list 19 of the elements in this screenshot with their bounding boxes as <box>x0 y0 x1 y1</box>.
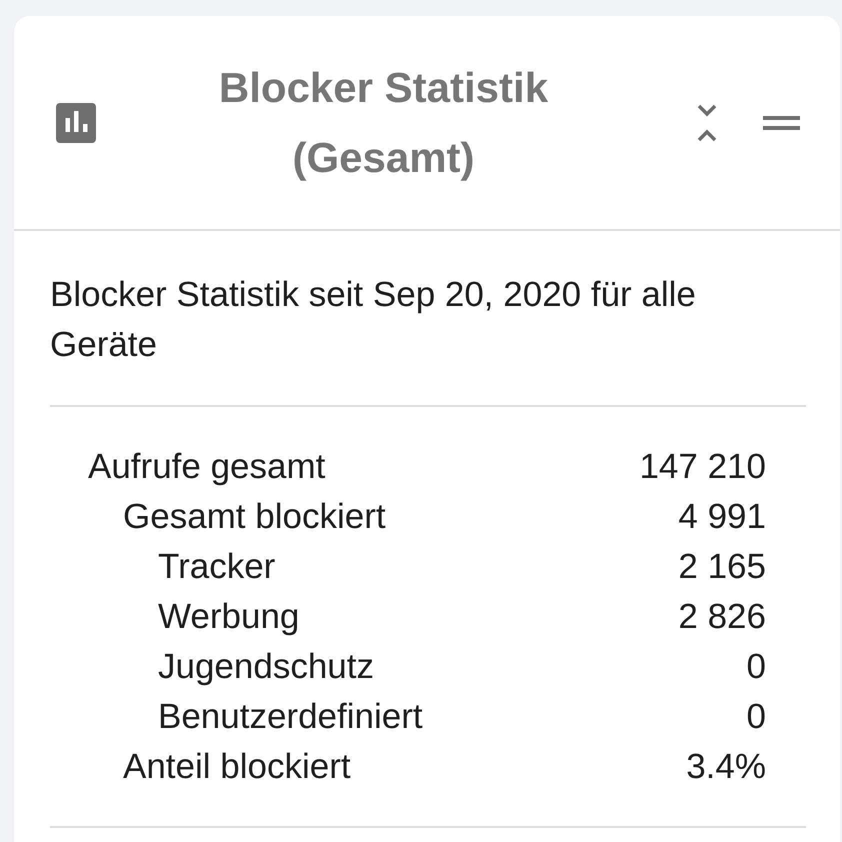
stat-label: Anteil blockiert <box>123 746 351 788</box>
stat-label: Aufrufe gesamt <box>88 446 326 488</box>
card-title: Blocker Statistik (Gesamt) <box>218 62 550 183</box>
stat-value: 0 <box>746 696 766 738</box>
stat-label: Werbung <box>158 596 300 638</box>
stat-value: 147 210 <box>639 446 766 488</box>
stat-label: Tracker <box>158 546 276 588</box>
stat-value: 2 826 <box>678 596 766 638</box>
stat-label: Benutzerdefiniert <box>158 696 423 738</box>
stat-label: Gesamt blockiert <box>123 496 386 538</box>
bar-chart-icon <box>56 102 96 142</box>
stat-label: Jugendschutz <box>158 646 374 688</box>
collapse-icon[interactable] <box>697 104 717 142</box>
stat-value: 4 991 <box>678 496 766 538</box>
stat-value: 3.4% <box>686 746 766 788</box>
stat-value: 2 165 <box>678 546 766 588</box>
drag-handle-icon[interactable] <box>763 116 800 130</box>
description-text: Blocker Statistik seit Sep 20, 2020 für alle Geräte <box>50 274 697 366</box>
stat-value: 0 <box>746 646 766 688</box>
